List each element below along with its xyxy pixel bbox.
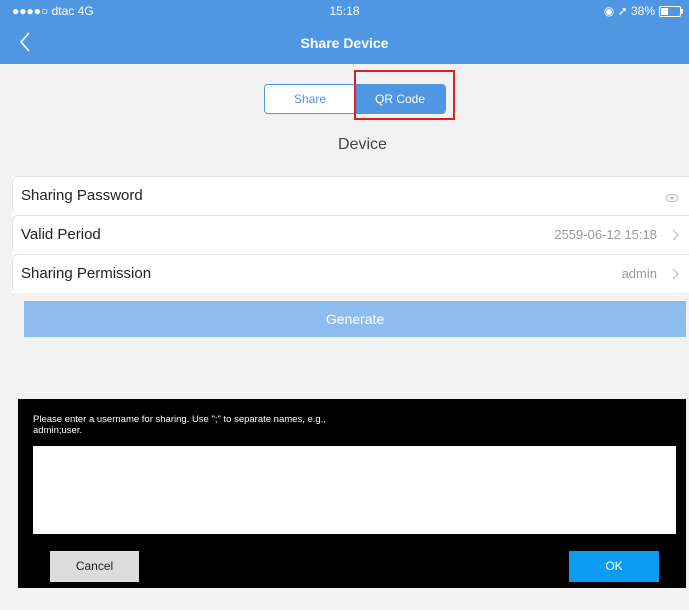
cancel-button[interactable]: Cancel	[50, 551, 139, 582]
username-dialog: Please enter a username for sharing. Use…	[18, 399, 686, 588]
status-right-indicators: ◉ ➚ 38%	[603, 4, 655, 18]
ok-button[interactable]: OK	[569, 551, 659, 582]
share-settings-list: Sharing Password Valid Period 2559-06-12…	[12, 176, 689, 293]
highlight-annotation-box	[354, 70, 455, 120]
nav-bar: Share Device	[0, 22, 689, 64]
sharing-password-row[interactable]: Sharing Password	[12, 176, 689, 214]
valid-period-label: Valid Period	[21, 226, 101, 243]
chevron-right-icon	[671, 228, 679, 246]
valid-period-row[interactable]: Valid Period 2559-06-12 15:18	[12, 215, 689, 253]
page-title: Share Device	[300, 35, 389, 51]
dialog-prompt: Please enter a username for sharing. Use…	[33, 414, 326, 436]
device-name: Device	[338, 136, 387, 153]
tab-share[interactable]: Share	[265, 85, 355, 113]
status-bar: ●●●●○ dtac 4G 15:18 ◉ ➚ 38%	[0, 0, 689, 22]
status-time: 15:18	[329, 4, 360, 18]
eye-icon[interactable]	[665, 190, 679, 208]
sharing-permission-label: Sharing Permission	[21, 265, 152, 282]
sharing-password-label: Sharing Password	[21, 187, 143, 204]
sharing-permission-row[interactable]: Sharing Permission admin	[12, 254, 689, 292]
username-input[interactable]	[33, 446, 676, 534]
generate-button[interactable]: Generate	[24, 301, 686, 337]
sharing-permission-value: admin	[621, 266, 657, 281]
chevron-right-icon	[671, 267, 679, 285]
valid-period-value: 2559-06-12 15:18	[554, 227, 657, 242]
battery-icon	[659, 6, 683, 17]
